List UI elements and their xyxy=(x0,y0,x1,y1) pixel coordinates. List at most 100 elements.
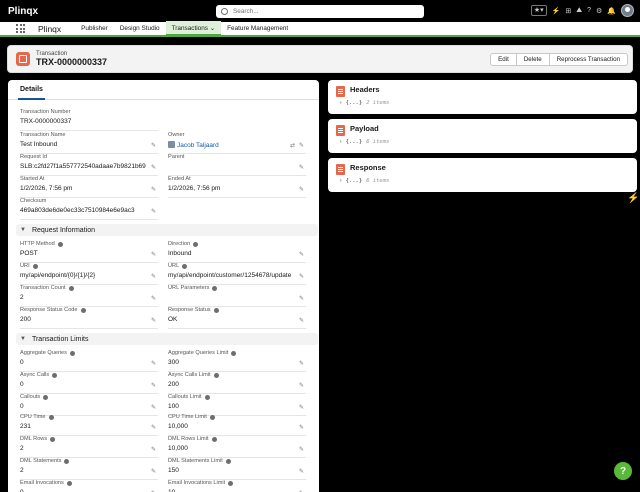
bell-icon[interactable]: 🔔 xyxy=(607,7,616,15)
info-icon[interactable] xyxy=(50,436,56,442)
info-icon[interactable] xyxy=(209,414,215,420)
tab-details[interactable]: Details xyxy=(18,80,45,100)
pencil-edit-icon[interactable]: ✎ xyxy=(299,274,305,280)
info-icon[interactable] xyxy=(69,350,75,356)
info-icon[interactable] xyxy=(80,307,86,313)
info-icon[interactable] xyxy=(204,394,210,400)
nav-transactions[interactable]: Transactions ⌄ xyxy=(165,21,222,36)
info-icon[interactable] xyxy=(32,263,38,269)
pencil-edit-icon[interactable]: ✎ xyxy=(299,252,305,258)
pencil-edit-icon[interactable]: ✎ xyxy=(151,187,157,193)
pencil-edit-icon[interactable]: ✎ xyxy=(151,296,157,302)
info-icon[interactable] xyxy=(231,350,237,356)
field-label-text: Response Status Code xyxy=(20,307,78,313)
nav-publisher[interactable]: Publisher xyxy=(75,21,114,36)
nav-design-studio[interactable]: Design Studio xyxy=(114,21,166,36)
pencil-edit-icon[interactable]: ✎ xyxy=(299,469,305,475)
json-viewer[interactable]: › {...} 2 items xyxy=(339,100,389,106)
field-value: SLB:c2fd27f1a557772540adaae7b9821b69 xyxy=(20,163,146,170)
pencil-edit-icon[interactable]: ✎ xyxy=(151,143,157,149)
info-icon[interactable] xyxy=(43,394,49,400)
field-aggregate-queries: Aggregate Queries 0 ✎ xyxy=(20,350,158,372)
pencil-edit-icon[interactable]: ✎ xyxy=(151,209,157,215)
owner-avatar-icon xyxy=(168,141,175,148)
json-viewer[interactable]: › {...} 6 items xyxy=(339,139,389,145)
field-value: 100 xyxy=(168,403,179,410)
chevron-down-icon: ▼ xyxy=(20,336,26,342)
pencil-edit-icon[interactable]: ✎ xyxy=(151,361,157,367)
pencil-edit-icon[interactable]: ✎ xyxy=(299,318,305,324)
info-icon[interactable] xyxy=(64,458,70,464)
pencil-edit-icon[interactable]: ✎ xyxy=(299,165,305,171)
info-icon[interactable] xyxy=(66,480,72,486)
trailhead-icon[interactable]: ⛰ xyxy=(576,7,582,15)
favorites-icon[interactable]: ★▾ xyxy=(530,5,547,16)
json-viewer[interactable]: › {...} 6 items xyxy=(339,178,389,184)
nav-transactions-label: Transactions xyxy=(171,25,208,32)
field-label: DML Statements Limit xyxy=(168,458,306,464)
field-value: 2 xyxy=(20,294,24,301)
field-label: Aggregate Queries xyxy=(20,350,158,356)
field-label-text: DML Statements Limit xyxy=(168,458,223,464)
edit-button[interactable]: Edit xyxy=(490,53,517,66)
pencil-edit-icon[interactable]: ✎ xyxy=(299,425,305,431)
field-label: URI xyxy=(20,263,158,269)
field-label: Callouts xyxy=(20,394,158,400)
header-icons: ★▾ ⚡ ⊞ ⛰ ? ⚙ 🔔 xyxy=(530,4,634,17)
pencil-edit-icon[interactable]: ✎ xyxy=(151,425,157,431)
section-transaction-limits[interactable]: ▼ Transaction Limits xyxy=(16,333,318,345)
help-button[interactable]: ? xyxy=(614,462,632,480)
info-icon[interactable] xyxy=(57,241,63,247)
pencil-edit-icon[interactable]: ✎ xyxy=(299,361,305,367)
pencil-edit-icon[interactable]: ✎ xyxy=(151,469,157,475)
pencil-edit-icon[interactable]: ✎ xyxy=(299,143,305,149)
nav-feature-management[interactable]: Feature Management xyxy=(221,21,294,36)
field-label: Ended At xyxy=(168,176,306,182)
info-icon[interactable] xyxy=(193,241,199,247)
delete-button[interactable]: Delete xyxy=(515,53,550,66)
pencil-edit-icon[interactable]: ✎ xyxy=(299,383,305,389)
owner-link[interactable]: Jacob Taljaard xyxy=(177,142,219,149)
info-icon[interactable] xyxy=(225,458,231,464)
gear-icon[interactable]: ⚙ xyxy=(596,7,602,15)
add-icon[interactable]: ⊞ xyxy=(565,7,571,15)
pencil-edit-icon[interactable]: ✎ xyxy=(151,252,157,258)
pencil-edit-icon[interactable]: ✎ xyxy=(299,405,305,411)
info-icon[interactable] xyxy=(213,307,219,313)
change-owner-icon[interactable]: ⇄ xyxy=(290,143,296,149)
info-icon[interactable] xyxy=(48,414,54,420)
pencil-edit-icon[interactable]: ✎ xyxy=(151,318,157,324)
help-icon[interactable]: ? xyxy=(587,7,591,14)
global-header: Plinqx Search... ★▾ ⚡ ⊞ ⛰ ? ⚙ 🔔 xyxy=(0,0,640,22)
section-request-information[interactable]: ▼ Request Information xyxy=(16,224,318,236)
bolt-icon[interactable]: ⚡ xyxy=(627,193,639,204)
global-search[interactable]: Search... xyxy=(216,5,424,18)
field-label-text: Email Invocations Limit xyxy=(168,480,226,486)
field-value: 2 xyxy=(20,467,24,474)
app-launcher-icon[interactable] xyxy=(16,24,30,33)
user-avatar[interactable] xyxy=(621,4,634,17)
info-icon[interactable] xyxy=(213,372,219,378)
info-icon[interactable] xyxy=(182,263,188,269)
pencil-edit-icon[interactable]: ✎ xyxy=(151,405,157,411)
field-dml-rows-limit: DML Rows Limit 10,000 ✎ xyxy=(168,436,306,458)
info-icon[interactable] xyxy=(52,372,58,378)
reprocess-transaction-button[interactable]: Reprocess Transaction xyxy=(548,53,628,66)
pencil-edit-icon[interactable]: ✎ xyxy=(299,187,305,193)
pencil-edit-icon[interactable]: ✎ xyxy=(151,274,157,280)
field-label-text: Transaction Count xyxy=(20,285,66,291)
pencil-edit-icon[interactable]: ✎ xyxy=(151,165,157,171)
pencil-edit-icon[interactable]: ✎ xyxy=(299,447,305,453)
chevron-down-icon[interactable]: ⌄ xyxy=(210,25,215,32)
bolt-icon[interactable]: ⚡ xyxy=(552,7,561,15)
pencil-edit-icon[interactable]: ✎ xyxy=(151,383,157,389)
pencil-edit-icon[interactable]: ✎ xyxy=(151,447,157,453)
info-icon[interactable] xyxy=(68,285,74,291)
field-value: 200 xyxy=(20,316,31,323)
info-icon[interactable] xyxy=(212,285,218,291)
info-icon[interactable] xyxy=(211,436,217,442)
info-icon[interactable] xyxy=(228,480,234,486)
field-label: Email Invocations Limit xyxy=(168,480,306,486)
field-label-text: CPU Time Limit xyxy=(168,414,207,420)
pencil-edit-icon[interactable]: ✎ xyxy=(299,296,305,302)
